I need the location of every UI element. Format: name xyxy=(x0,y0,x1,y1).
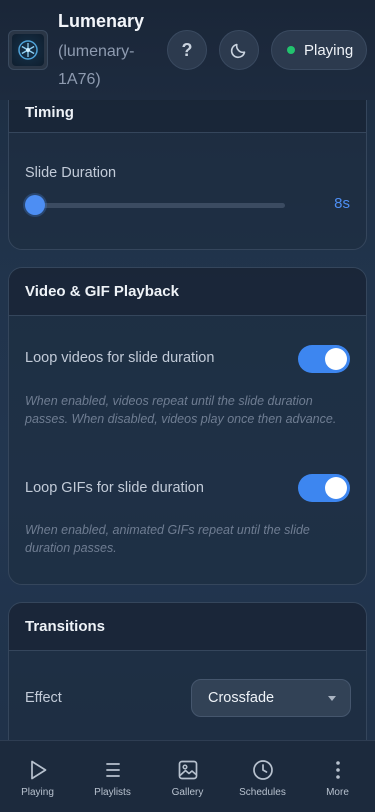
timing-card: Timing Slide Duration 8s xyxy=(8,84,367,250)
loop-gifs-help: When enabled, animated GIFs repeat until… xyxy=(25,523,310,555)
slide-duration-value: 8s xyxy=(334,195,350,212)
toggle-knob xyxy=(325,348,347,370)
loop-videos-toggle[interactable] xyxy=(298,345,350,373)
slide-duration-track[interactable] xyxy=(33,203,285,208)
toggle-knob xyxy=(325,477,347,499)
nav-label: Schedules xyxy=(239,787,286,798)
app-title: Lumenary xyxy=(58,11,145,31)
nav-label: More xyxy=(326,787,349,798)
help-button[interactable]: ? xyxy=(167,30,207,70)
loop-gifs-toggle[interactable] xyxy=(298,474,350,502)
more-vertical-icon xyxy=(335,761,340,779)
snowflake-icon xyxy=(18,40,38,60)
playback-status-button[interactable]: Playing xyxy=(271,30,367,70)
status-dot xyxy=(287,46,295,54)
transitions-heading: Transitions xyxy=(9,603,366,651)
effect-select[interactable]: Crossfade xyxy=(191,679,351,717)
status-label: Playing xyxy=(304,41,354,59)
moon-icon xyxy=(230,43,246,59)
nav-label: Playing xyxy=(21,787,54,798)
nav-item-more[interactable]: More xyxy=(300,741,375,812)
image-icon xyxy=(178,760,197,780)
clock-icon xyxy=(252,760,273,780)
loop-gifs-label: Loop GIFs for slide duration xyxy=(25,480,204,496)
slide-duration-thumb[interactable] xyxy=(25,195,45,215)
app-header: Lumenary (lumenary-1A76) ? Playing xyxy=(0,0,375,100)
loop-videos-label: Loop videos for slide duration xyxy=(25,350,215,366)
play-icon xyxy=(30,760,46,780)
list-icon xyxy=(105,763,120,777)
loop-videos-help: When enabled, videos repeat until the sl… xyxy=(25,394,337,426)
video-gif-heading: Video & GIF Playback xyxy=(9,268,366,316)
nav-item-playing[interactable]: Playing xyxy=(0,741,75,812)
nav-label: Playlists xyxy=(94,787,131,798)
app-logo xyxy=(8,30,48,70)
video-gif-card: Video & GIF Playback Loop videos for sli… xyxy=(8,267,367,585)
nav-item-gallery[interactable]: Gallery xyxy=(150,741,225,812)
transitions-card: Transitions Effect Crossfade xyxy=(8,602,367,762)
slide-duration-label: Slide Duration xyxy=(25,165,117,181)
theme-toggle-button[interactable] xyxy=(219,30,259,70)
effect-label: Effect xyxy=(25,690,62,706)
chevron-down-icon xyxy=(328,696,336,701)
bottom-nav: Playing Playlists Gallery Schedules More xyxy=(0,740,375,812)
device-id: (lumenary-1A76) xyxy=(58,43,135,88)
help-icon: ? xyxy=(181,39,193,60)
nav-item-schedules[interactable]: Schedules xyxy=(225,741,300,812)
nav-label: Gallery xyxy=(171,787,204,798)
nav-item-playlists[interactable]: Playlists xyxy=(75,741,150,812)
effect-value: Crossfade xyxy=(208,690,275,706)
